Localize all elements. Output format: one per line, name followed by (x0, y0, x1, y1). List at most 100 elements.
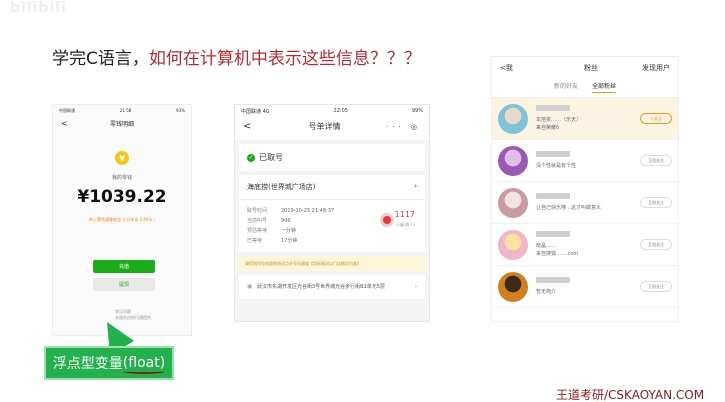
coin-icon: ¥ (115, 151, 129, 165)
avatar[interactable] (498, 145, 528, 176)
withdraw-button[interactable]: 提现 (93, 278, 155, 291)
fans-screenshot: <我 粉丝 发现用户 新的好友 全部粉丝 本地资……（乐天） 来自荣耀6 +关注没个… (491, 56, 679, 322)
fans-nav: <我 粉丝 发现用户 (492, 57, 678, 79)
fan-list-item[interactable]: 本地资……（乐天） 来自荣耀6 +关注 (492, 98, 678, 140)
taken-status: ✓ 已取号 (239, 144, 425, 171)
fan-line1: 暂无简介 (536, 289, 557, 295)
detail-value: 996 (281, 218, 291, 224)
notice-banner: 请您到叫号前提前到达点开号码通道【实际情况以门店情况为准】 (239, 256, 425, 271)
slide: { "watermark": "bilibili", "title": {"pr… (0, 0, 725, 402)
balance-label: 我的零钱 (111, 175, 132, 181)
more-icon[interactable]: ··· ◎ (386, 123, 421, 131)
fans-tabs: 新的好友 全部粉丝 (492, 79, 678, 98)
address-card[interactable]: ◉ 武汉市东湖开发区光谷街3号世界城光谷步行街B1单元5层 › (239, 275, 425, 299)
fan-info: 让自己快乐够…这才叫做意义 (536, 193, 640, 212)
back-icon[interactable]: < (61, 119, 75, 128)
slide-title: 学完C语言，如何在计算机中表示这些信息？？？ (52, 44, 421, 69)
detail-key: 预估等待 (247, 228, 268, 234)
fan-list: 本地资……（乐天） 来自荣耀6 +关注 没个性就是有个性 互相关注 让自己快乐够…这才叫做… (492, 98, 678, 308)
store-row[interactable]: 海底捞(世界城广场店) › (239, 175, 425, 200)
queue-screenshot: 中国联通 4G 22:05 99% < 号单详情 ··· ◎ ✓ 已取号 海底捞… (234, 104, 430, 322)
queue-number-value: 1117 (394, 210, 415, 219)
detail-key: 取号时间 (247, 208, 268, 214)
detail-row: 预估等待 一分钟 (247, 226, 417, 236)
detail-key: 当前叫号 (247, 218, 268, 224)
fan-info: 没个性就是有个性 (536, 151, 640, 170)
callout-highlight: (float) (122, 355, 166, 374)
follow-button[interactable]: 互相关注 (640, 239, 672, 250)
wallet-nav-title: 零钱明细 (109, 121, 134, 128)
follow-button[interactable]: +关注 (640, 113, 672, 124)
battery: 93% (176, 108, 185, 113)
fan-name (536, 105, 570, 111)
avatar[interactable] (498, 103, 528, 134)
back-icon[interactable]: < (243, 121, 263, 132)
address-row[interactable]: ◉ 武汉市东湖开发区光谷街3号世界城光谷步行街B1单元5层 › (239, 275, 425, 299)
ticket-card: 海底捞(世界城广场店) › 取号时间 2019-10-25 21:48:37 当前… (239, 175, 425, 252)
wallet-nav: < 零钱明细 (53, 114, 191, 133)
queue-nav-title: 号单详情 (308, 122, 341, 131)
detail-value: 一分钟 (281, 228, 297, 234)
follow-button[interactable]: 互相关注 (640, 281, 672, 292)
fan-info: 本地资……（乐天） 来自荣耀6 (536, 105, 640, 132)
fan-line1: 没个性就是有个性 (536, 163, 577, 169)
fan-list-item[interactable]: 暂无简介 互相关注 (492, 266, 678, 308)
promo-link[interactable]: 转入零钱通赚收益 七日年化 2.46% › (53, 217, 191, 223)
bilibili-watermark: bilibili (10, 0, 67, 16)
back-link[interactable]: <我 (500, 63, 540, 73)
tab-all-fans[interactable]: 全部粉丝 (592, 81, 617, 93)
fan-name (536, 231, 570, 237)
detail-value: 2019-10-25 21:48:37 (281, 208, 335, 214)
float-callout: 浮点型变量 (float) (44, 346, 174, 380)
avatar[interactable] (498, 187, 528, 218)
callout-prefix: 浮点型变量 (52, 356, 123, 372)
discover-users-link[interactable]: 发现用户 (642, 63, 670, 73)
battery: 99% (411, 108, 423, 114)
footer-brand: 王道考研/CSKAOYAN.COM (556, 388, 705, 402)
fan-line1: 让自己快乐够…这才叫做意义 (536, 205, 602, 211)
fan-line1: 本地资……（乐天） (536, 117, 582, 123)
fan-info: 暂无简介 (536, 277, 640, 296)
status-bar: 中国联通 4G 22:05 99% (235, 105, 429, 115)
fan-list-item[interactable]: 晓晶…… 来自搜狐 ……com 互相关注 (492, 224, 678, 266)
fan-list-item[interactable]: 让自己快乐够…这才叫做意义 互相关注 (492, 182, 678, 224)
detail-row: 已等待 17分钟 (247, 236, 417, 246)
follow-button[interactable]: 互相关注 (640, 155, 672, 166)
detail-key: 已等待 (247, 238, 263, 244)
taken-label: 已取号 (259, 153, 283, 162)
queue-number: 1117 小桌(两人) (395, 210, 415, 230)
location-pin-icon: ◉ (247, 283, 253, 290)
chevron-right-icon: › (414, 182, 417, 190)
check-icon: ✓ (247, 153, 255, 162)
queue-nav: < 号单详情 ··· ◎ (235, 115, 429, 140)
avatar[interactable] (498, 229, 528, 260)
fan-line2: 来自荣耀6 (536, 125, 560, 131)
fan-name (536, 151, 570, 157)
carrier: 中国联通 (59, 108, 75, 113)
queue-dot-icon (383, 216, 391, 224)
balance-amount: ¥1039.22 (77, 187, 167, 207)
fan-info: 晓晶…… 来自搜狐 ……com (536, 231, 640, 258)
avatar[interactable] (498, 271, 528, 302)
fan-name (536, 193, 570, 199)
title-highlight: 如何在计算机中表示这些信息？？？ (148, 49, 421, 69)
status-time: 21:58 (119, 108, 132, 113)
address-text: 武汉市东湖开发区光谷街3号世界城光谷步行街B1单元5层 (257, 284, 385, 290)
store-name: 海底捞(世界城广场店) (247, 183, 316, 191)
fan-name (536, 277, 570, 283)
taken-card: ✓ 已取号 (239, 144, 425, 171)
ticket-details: 取号时间 2019-10-25 21:48:37 当前叫号 996 预估等待 一分钟 … (239, 200, 425, 252)
wallet-screenshot: 中国联通 21:58 93% < 零钱明细 ¥ 我的零钱 ¥1039.22 转入… (52, 104, 192, 336)
fan-list-item[interactable]: 没个性就是有个性 互相关注 (492, 140, 678, 182)
tab-new-friends[interactable]: 新的好友 (554, 81, 578, 93)
carrier: 中国联通 4G (241, 109, 270, 115)
status-time: 22:05 (333, 108, 348, 114)
status-bar: 中国联通 21:58 93% (53, 105, 191, 114)
recharge-button[interactable]: 充值 (93, 260, 155, 273)
title-prefix: 学完C语言， (52, 49, 149, 69)
fan-line1: 晓晶…… (536, 243, 557, 249)
follow-button[interactable]: 互相关注 (640, 197, 672, 208)
chevron-right-icon: › (415, 284, 417, 290)
detail-value: 17分钟 (281, 238, 298, 244)
queue-number-label: 小桌(两人) (395, 222, 415, 227)
